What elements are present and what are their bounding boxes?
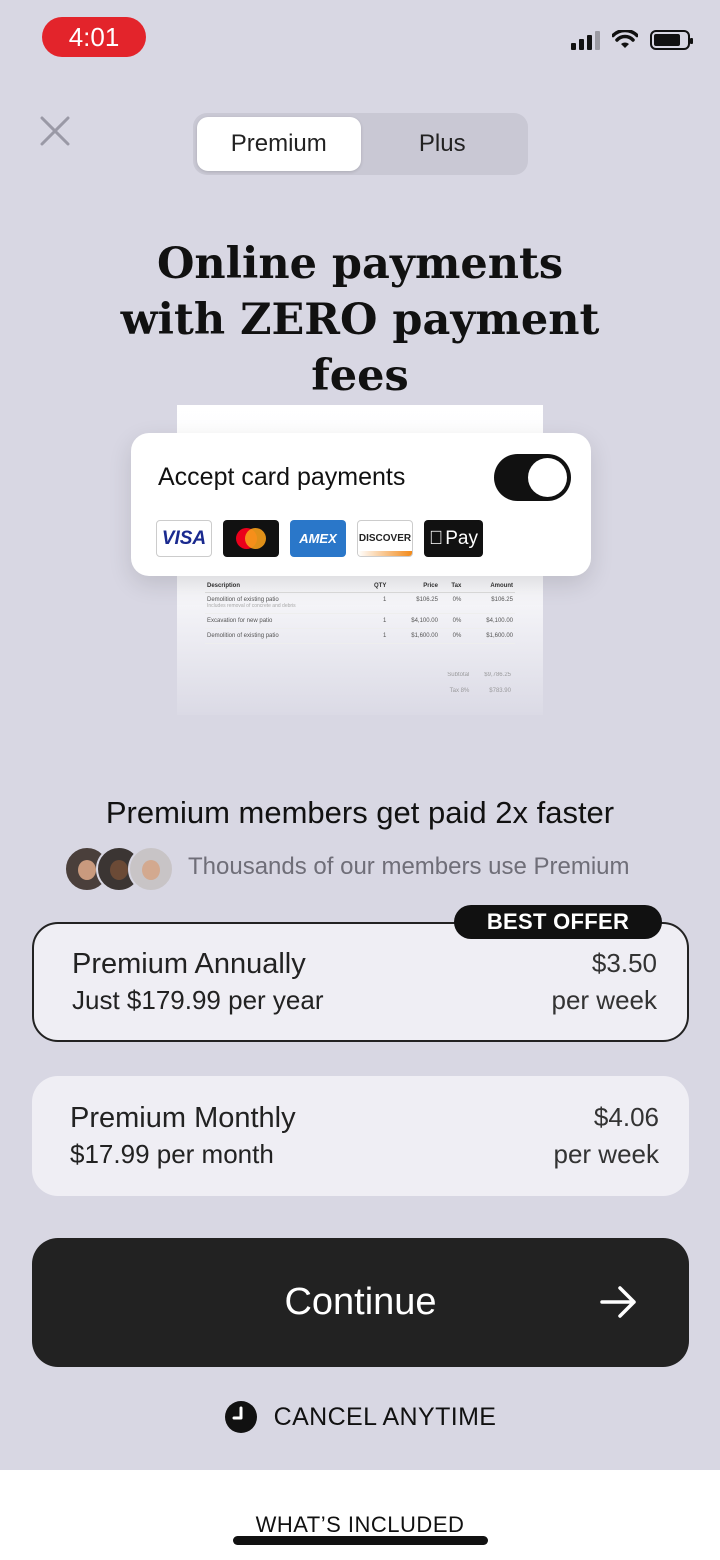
- discover-logo: DISCOVER: [357, 520, 413, 557]
- arrow-right-icon: [600, 1286, 636, 1318]
- row-price: $1,600.00: [388, 628, 440, 644]
- tax-label: Tax 8%: [449, 688, 470, 694]
- cellular-signal-icon: [571, 30, 600, 50]
- plan-price: Just $179.99 per year: [72, 985, 324, 1015]
- plan-weekly-unit: per week: [553, 1139, 660, 1169]
- members-title: Premium members get paid 2x faster: [105, 795, 615, 830]
- row-tax: 0%: [439, 613, 464, 629]
- row-description: Excavation for new patio: [205, 613, 361, 629]
- row-amount: $1,600.00: [463, 628, 515, 644]
- row-tax: 0%: [439, 628, 464, 644]
- card-payments-toggle[interactable]: [494, 454, 571, 501]
- tab-plus[interactable]: Plus: [361, 117, 525, 171]
- table-row: Demolition of existing patio Includes rem…: [205, 592, 515, 614]
- plan-tab-switch: Premium Plus: [193, 113, 528, 175]
- invoice-totals: Subtotal $9,786.25 Tax 8% $783.90: [429, 667, 511, 699]
- mastercard-logo: [223, 520, 279, 557]
- plan-weekly-unit: per week: [551, 985, 658, 1015]
- payment-logos: VISA AMEX DISCOVER Pay: [156, 520, 483, 557]
- column-header: QTY: [360, 580, 389, 593]
- members-subtitle: Thousands of our members use Premium: [188, 853, 630, 880]
- continue-button[interactable]: Continue: [32, 1238, 689, 1367]
- tax-value: $783.90: [489, 688, 511, 694]
- row-amount: $106.25: [463, 592, 515, 614]
- page-title: Online payments with ZERO payment fees: [120, 239, 600, 401]
- table-row: Excavation for new patio 1 $4,100.00 0% …: [205, 613, 515, 629]
- plan-name: Premium Annually: [72, 948, 306, 980]
- row-qty: 1: [360, 613, 389, 629]
- tab-premium[interactable]: Premium: [197, 117, 361, 171]
- member-avatars: [64, 846, 174, 892]
- plan-option-annual[interactable]: Premium Annually Just $179.99 per year $…: [32, 922, 689, 1042]
- card-payments-label: Accept card payments: [158, 463, 406, 491]
- apple-pay-text: Pay: [438, 527, 478, 549]
- plan-weekly-price: $4.06: [593, 1102, 659, 1132]
- row-price: $106.25: [388, 592, 440, 614]
- plan-price: $17.99 per month: [70, 1139, 274, 1169]
- close-icon[interactable]: [36, 112, 74, 150]
- table-row: Demolition of existing patio 1 $1,600.00…: [205, 628, 515, 644]
- plan-option-monthly[interactable]: Premium Monthly $17.99 per month $4.06 p…: [32, 1076, 689, 1196]
- column-header: Tax: [439, 580, 464, 593]
- invoice-table: Description QTY Price Tax Amount Demolit…: [205, 580, 515, 644]
- row-amount: $4,100.00: [463, 613, 515, 629]
- subtotal-value: $9,786.25: [484, 672, 511, 678]
- continue-label: Continue: [284, 1281, 437, 1323]
- column-header: Amount: [463, 580, 515, 593]
- clock-icon: [224, 1401, 257, 1433]
- amex-logo: AMEX: [290, 520, 346, 557]
- plan-weekly-price: $3.50: [591, 948, 657, 978]
- battery-icon: [650, 30, 693, 50]
- column-header: Description: [205, 580, 361, 593]
- row-description: Demolition of existing patio: [205, 628, 361, 644]
- card-payments-card: Accept card payments VISA AMEX DISCOVER …: [131, 433, 591, 576]
- apple-pay-logo: Pay: [424, 520, 483, 557]
- best-offer-badge: BEST OFFER: [454, 905, 662, 939]
- apple-icon: : [429, 528, 443, 550]
- row-tax: 0%: [439, 592, 464, 614]
- avatar: [128, 846, 174, 892]
- home-indicator[interactable]: [233, 1536, 488, 1545]
- status-icons: [571, 30, 693, 50]
- wifi-icon: [612, 30, 638, 48]
- row-price: $4,100.00: [388, 613, 440, 629]
- column-header: Price: [388, 580, 440, 593]
- subtotal-label: Subtotal: [447, 672, 470, 678]
- row-qty: 1: [360, 628, 389, 644]
- visa-logo: VISA: [156, 520, 212, 557]
- cancel-anytime: CANCEL ANYTIME: [0, 1400, 720, 1434]
- cancel-anytime-label: CANCEL ANYTIME: [273, 1402, 497, 1431]
- status-time: 4:01: [42, 17, 146, 57]
- row-subtext: Includes removal of concrete and debris: [207, 603, 296, 609]
- plan-name: Premium Monthly: [70, 1102, 296, 1134]
- row-qty: 1: [360, 592, 389, 614]
- whats-included-link[interactable]: WHAT’S INCLUDED: [0, 1512, 720, 1538]
